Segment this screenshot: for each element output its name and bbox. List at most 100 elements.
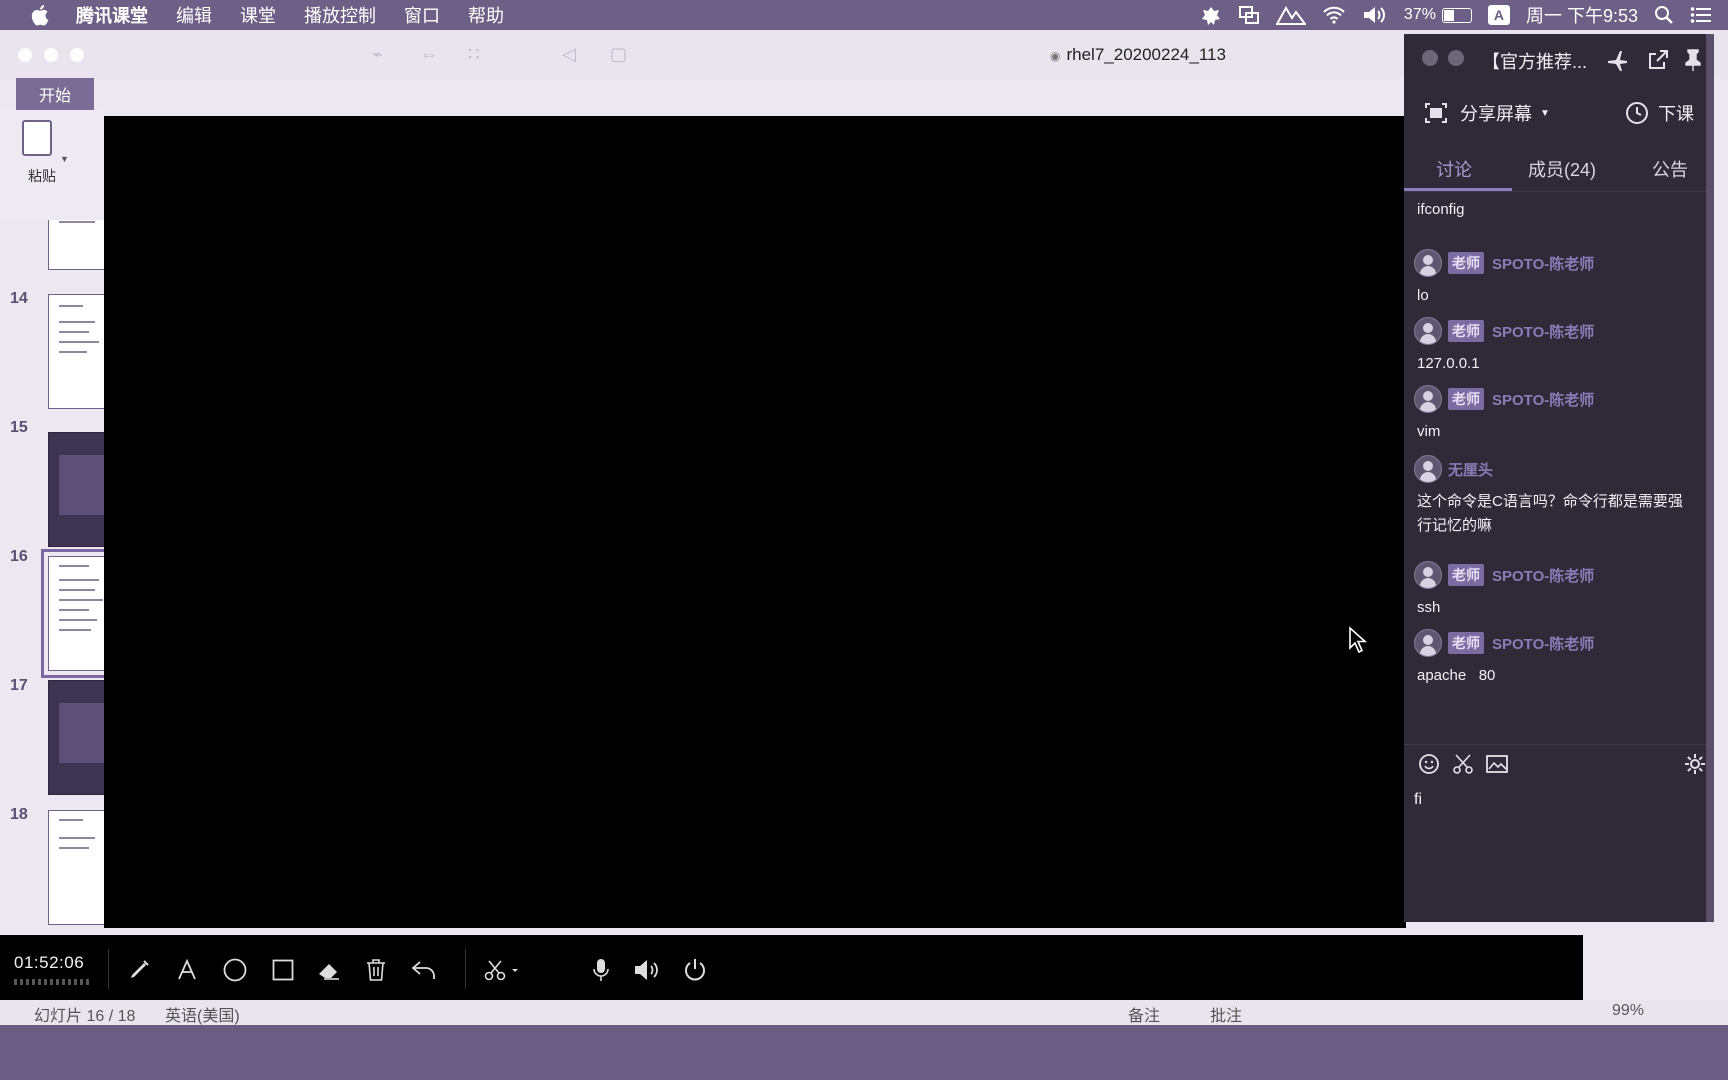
end-class-button[interactable]: 下课 (1624, 100, 1694, 126)
notification-center-icon[interactable] (1690, 6, 1712, 24)
document-icon: ◉ (1050, 49, 1061, 63)
message-text: ssh (1417, 599, 1441, 616)
message-header: 老师 SPOTO-陈老师 (1414, 628, 1594, 658)
circle-icon[interactable] (220, 955, 250, 985)
teacher-badge: 老师 (1448, 564, 1484, 586)
zoom-level[interactable]: 99% (1612, 1002, 1644, 1020)
sender-name[interactable]: 无厘头 (1448, 459, 1493, 480)
battery-icon[interactable] (1441, 7, 1472, 23)
wifi-icon[interactable] (1322, 6, 1346, 24)
sender-name[interactable]: SPOTO-陈老师 (1492, 633, 1594, 654)
apple-logo-icon[interactable] (26, 3, 54, 27)
status-app-icon[interactable] (1200, 5, 1222, 25)
tab-members[interactable]: 成员(24) (1528, 156, 1596, 182)
microphone-icon[interactable] (586, 955, 616, 985)
message-text: vim (1417, 423, 1441, 440)
pin-icon[interactable] (1682, 46, 1704, 74)
chat-messages: ifconfig 老师 SPOTO-陈老师 lo 老师 SPOTO-陈老师 12… (1404, 194, 1706, 734)
slide-number: 14 (10, 290, 28, 307)
avatar[interactable] (1414, 629, 1442, 657)
sender-name[interactable]: SPOTO-陈老师 (1492, 389, 1594, 410)
share-export-icon[interactable] (1644, 46, 1672, 74)
tab-discussion[interactable]: 讨论 (1436, 156, 1472, 182)
avatar[interactable] (1414, 249, 1442, 277)
share-screen-label: 分享屏幕 (1460, 104, 1532, 124)
text-icon[interactable] (172, 955, 202, 985)
menu-help[interactable]: 帮助 (468, 2, 504, 28)
share-screen-button[interactable]: 分享屏幕 ▼ (1424, 100, 1550, 126)
slide-thumbnail[interactable] (48, 810, 104, 925)
ribbon-home-panel: ▼ 粘贴 (0, 110, 104, 220)
window-zoom-button[interactable] (70, 48, 84, 62)
chat-compose-input[interactable] (1414, 786, 1694, 814)
emoji-icon[interactable] (1416, 751, 1442, 777)
rectangle-icon[interactable] (268, 955, 298, 985)
sender-name[interactable]: SPOTO-陈老师 (1492, 321, 1594, 342)
window-close-button[interactable] (18, 48, 32, 62)
sender-name[interactable]: SPOTO-陈老师 (1492, 253, 1594, 274)
power-icon[interactable] (680, 955, 710, 985)
battery-percent: 37% (1403, 6, 1436, 23)
slide-thumbnail[interactable] (48, 432, 104, 547)
compose-toolbar (1404, 744, 1706, 780)
sender-name[interactable]: SPOTO-陈老师 (1492, 565, 1594, 586)
message-text: 这个命令是C语言吗？命令行都是需要强行记忆的嘛 (1417, 493, 1683, 534)
eraser-icon[interactable] (314, 955, 344, 985)
course-title: 【官方推荐... (1482, 52, 1588, 72)
message-text: apache 80 (1417, 667, 1496, 684)
panel-minimize-button[interactable] (1448, 50, 1464, 66)
menubar-clock[interactable]: 周一 下午9:53 (1526, 2, 1638, 28)
message-header: 老师 SPOTO-陈老师 (1414, 316, 1594, 346)
notes-button[interactable]: 备注 (1128, 1002, 1160, 1026)
menu-window[interactable]: 窗口 (404, 2, 440, 28)
message-header: 无厘头 (1414, 454, 1493, 484)
panel-header: 【官方推荐... (1404, 34, 1706, 86)
airplane-icon[interactable] (1604, 46, 1632, 74)
screen-mirror-icon[interactable] (1238, 5, 1260, 25)
slide-thumbnail-selected[interactable] (41, 549, 104, 678)
gear-icon[interactable] (1682, 751, 1708, 777)
slide-number: 16 (10, 548, 28, 565)
window-minimize-button[interactable] (44, 48, 58, 62)
panel-close-button[interactable] (1422, 50, 1438, 66)
language-indicator[interactable]: 英语(美国) (165, 1002, 240, 1026)
toolbar-divider (108, 949, 109, 989)
message-header: 老师 SPOTO-陈老师 (1414, 248, 1594, 278)
scissors-icon[interactable] (482, 955, 522, 985)
slide-thumbnail[interactable] (48, 294, 104, 409)
teacher-badge: 老师 (1448, 632, 1484, 654)
paste-button-label: 粘贴 (28, 168, 56, 184)
avatar[interactable] (1414, 455, 1442, 483)
faint-camera-icon: ▢ (610, 44, 628, 64)
image-icon[interactable] (1484, 751, 1510, 777)
trash-icon[interactable] (361, 955, 391, 985)
active-tab-indicator (1404, 188, 1512, 191)
paste-icon[interactable] (22, 120, 52, 156)
input-method-indicator[interactable]: A (1487, 5, 1510, 25)
menu-playback-control[interactable]: 播放控制 (304, 2, 376, 28)
paste-dropdown-icon[interactable]: ▼ (60, 154, 69, 164)
volume-icon[interactable] (1362, 5, 1388, 25)
spotlight-search-icon[interactable] (1654, 5, 1674, 25)
menu-edit[interactable]: 编辑 (176, 2, 212, 28)
avatar[interactable] (1414, 385, 1442, 413)
ribbon-tab-home[interactable]: 开始 (16, 78, 94, 110)
pen-icon[interactable] (124, 955, 154, 985)
message-text: ifconfig (1417, 201, 1465, 218)
speaker-icon[interactable] (632, 955, 662, 985)
tab-announcements[interactable]: 公告 (1652, 156, 1688, 182)
slide-thumbnails-pane: 14 15 16 17 18 (0, 220, 104, 940)
teacher-badge: 老师 (1448, 320, 1484, 342)
undo-icon[interactable] (409, 955, 439, 985)
slide-thumbnail[interactable] (48, 220, 104, 270)
screenshot-scissors-icon[interactable] (1450, 751, 1476, 777)
menu-classroom[interactable]: 课堂 (240, 2, 276, 28)
slide-thumbnail[interactable] (48, 680, 104, 795)
class-timer: 01:52:06 (14, 953, 85, 972)
menu-bar: 腾讯课堂 编辑 课堂 播放控制 窗口 帮助 37% A 周一 下午9:53 (0, 0, 1728, 30)
avatar[interactable] (1414, 317, 1442, 345)
avatar[interactable] (1414, 561, 1442, 589)
comments-button[interactable]: 批注 (1210, 1002, 1242, 1026)
menu-app-tencent-classroom[interactable]: 腾讯课堂 (76, 2, 148, 28)
mountain-app-icon[interactable] (1275, 5, 1306, 25)
